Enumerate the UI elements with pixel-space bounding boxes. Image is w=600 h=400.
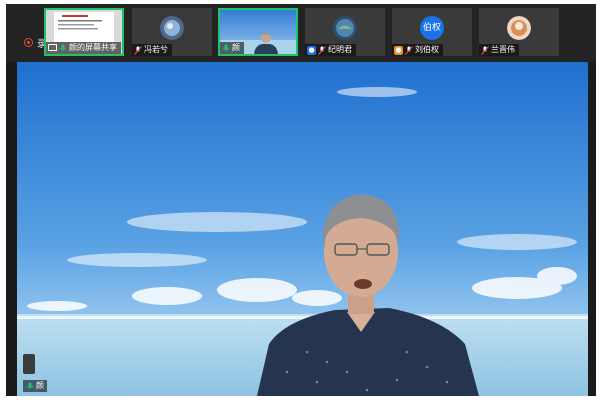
tile-name-bar: ● 纪明君 [305, 44, 356, 56]
microphone-icon [26, 382, 34, 388]
avatar [333, 16, 357, 40]
participant-tile[interactable]: 伯权 ● 刘伯权 [392, 8, 472, 56]
tile-name-bar: 兰晋伟 [479, 44, 519, 56]
main-video-view[interactable]: 颜 [17, 62, 588, 396]
avatar [507, 16, 531, 40]
participant-tile[interactable]: 兰晋伟 [479, 8, 559, 56]
screen-share-icon [48, 44, 57, 51]
record-icon [24, 37, 33, 47]
participant-strip: 录制中 颜的屏幕共享 [6, 4, 596, 62]
meeting-window: 录制中 颜的屏幕共享 [6, 4, 596, 396]
participant-name: 颜 [232, 43, 240, 52]
avatar: 伯权 [420, 16, 444, 40]
user-icon: ● [394, 45, 403, 55]
tile-name-bar: ● 刘伯权 [392, 44, 443, 56]
microphone-muted-icon [134, 45, 142, 55]
microphone-muted-icon [481, 45, 489, 55]
participant-tile[interactable]: ● 纪明君 [305, 8, 385, 56]
side-panel-handle[interactable] [23, 354, 35, 374]
microphone-icon [59, 44, 67, 50]
microphone-icon [222, 44, 230, 50]
speaker-video [17, 62, 588, 396]
participant-tile-video[interactable]: 颜 [218, 8, 298, 56]
microphone-muted-icon [405, 45, 413, 55]
participant-name: 纪明君 [328, 45, 352, 54]
microphone-muted-icon [318, 45, 326, 55]
tile-name-bar: 冯若兮 [132, 44, 172, 56]
participant-tile[interactable]: 冯若兮 [132, 8, 212, 56]
user-icon: ● [307, 45, 316, 55]
participant-name: 冯若兮 [144, 45, 168, 54]
tile-name-bar: 颜 [220, 42, 244, 54]
participant-name: 刘伯权 [415, 45, 439, 54]
participant-tile-screen-share[interactable]: 颜的屏幕共享 [44, 8, 124, 56]
participant-name: 颜的屏幕共享 [69, 43, 117, 52]
tile-name-bar: 颜的屏幕共享 [46, 42, 121, 54]
speaker-name-bar: 颜 [23, 380, 47, 392]
avatar [160, 16, 184, 40]
speaker-name: 颜 [36, 381, 44, 390]
participant-name: 兰晋伟 [491, 45, 515, 54]
